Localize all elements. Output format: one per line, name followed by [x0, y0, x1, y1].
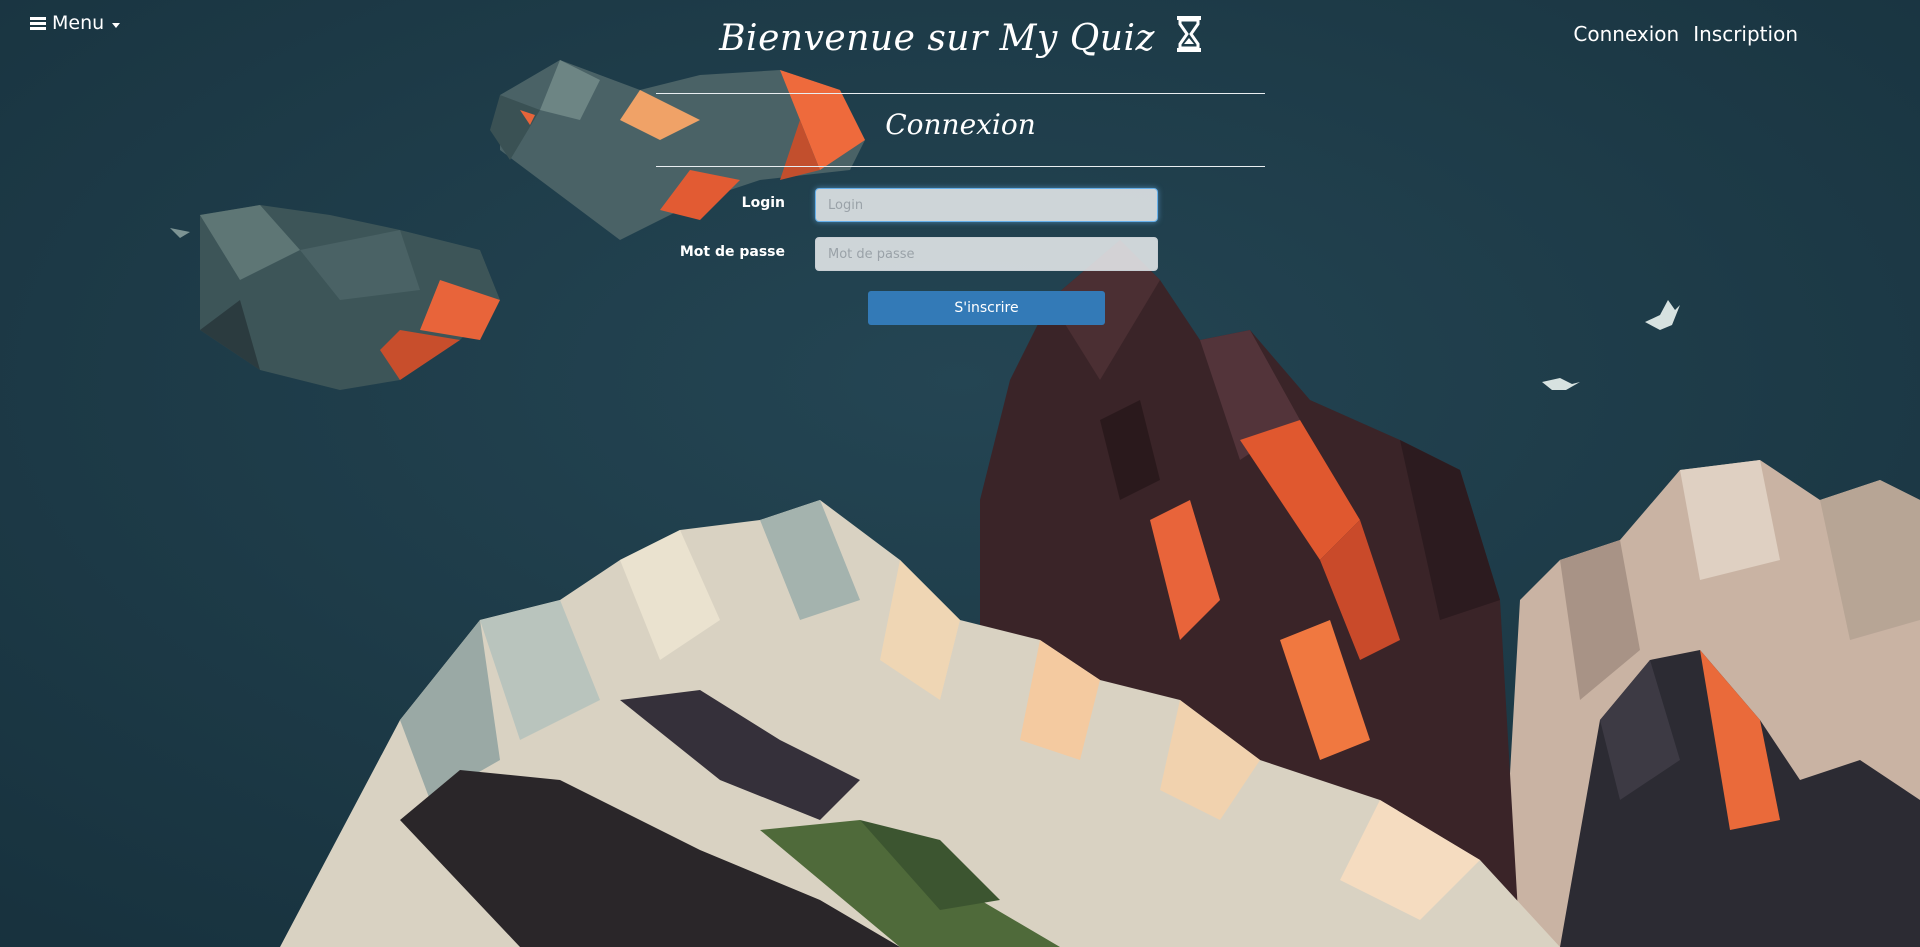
hourglass-icon: [1176, 15, 1201, 61]
page: Menu Connexion Inscription Bienvenue sur…: [0, 0, 1920, 947]
password-input[interactable]: [815, 237, 1158, 271]
password-label: Mot de passe: [679, 244, 785, 260]
divider-bottom: [656, 166, 1265, 167]
page-title-text: Bienvenue sur My Quiz: [719, 18, 1155, 59]
divider-top: [656, 93, 1265, 94]
form-heading: Connexion: [885, 108, 1036, 141]
background-illustration: [0, 0, 1920, 947]
page-title: Bienvenue sur My Quiz: [0, 15, 1920, 61]
submit-button[interactable]: S'inscrire: [868, 291, 1105, 325]
login-label: Login: [741, 195, 785, 211]
login-input[interactable]: [815, 188, 1158, 222]
